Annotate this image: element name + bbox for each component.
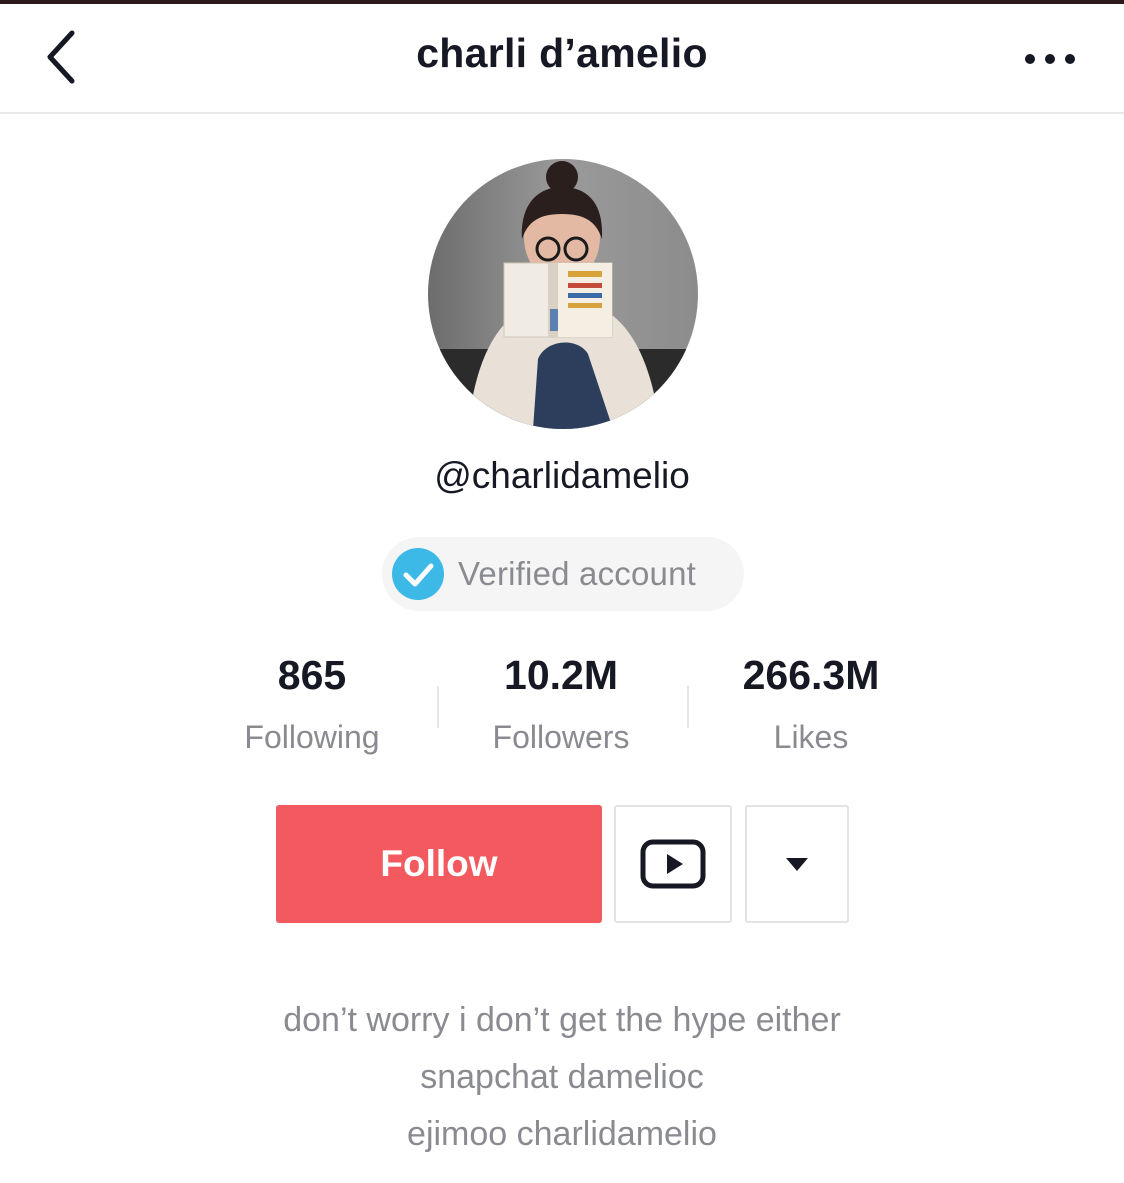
likes-count: 266.3M — [742, 652, 880, 698]
stat-divider — [687, 686, 689, 728]
followers-label: Followers — [492, 719, 630, 755]
follow-button[interactable]: Follow — [276, 805, 602, 923]
navigation-bar: charli d’amelio — [0, 4, 1124, 114]
stat-followers[interactable]: 10.2M Followers — [441, 652, 681, 756]
bio: don’t worry i don’t get the hype either … — [162, 992, 962, 1163]
stat-likes: 266.3M Likes — [691, 652, 931, 756]
avatar[interactable] — [428, 159, 698, 429]
more-options-button[interactable] — [1010, 34, 1090, 84]
back-button[interactable] — [30, 22, 94, 92]
bio-line: ejimoo charlidamelio — [407, 1115, 717, 1153]
followers-count: 10.2M — [504, 652, 618, 698]
play-icon — [640, 839, 706, 889]
verified-badge: Verified account — [382, 537, 744, 611]
stat-following[interactable]: 865 Following — [192, 652, 432, 756]
verified-label: Verified account — [458, 555, 697, 592]
stat-divider — [437, 686, 439, 728]
profile-photo — [428, 159, 698, 429]
verified-check-icon — [391, 547, 445, 601]
username-handle: @charlidamelio — [434, 455, 690, 496]
following-label: Following — [244, 719, 380, 755]
likes-label: Likes — [773, 719, 849, 755]
chevron-left-icon — [47, 30, 75, 84]
following-count: 865 — [277, 652, 347, 698]
more-dots-icon — [1025, 54, 1075, 64]
bio-line: don’t worry i don’t get the hype either — [283, 1001, 841, 1039]
bio-line: snapchat damelioc — [420, 1058, 704, 1096]
caret-down-icon — [786, 858, 808, 871]
suggested-accounts-button[interactable] — [745, 805, 849, 923]
youtube-button[interactable] — [614, 805, 732, 923]
page-title: charli d’amelio — [416, 30, 708, 76]
